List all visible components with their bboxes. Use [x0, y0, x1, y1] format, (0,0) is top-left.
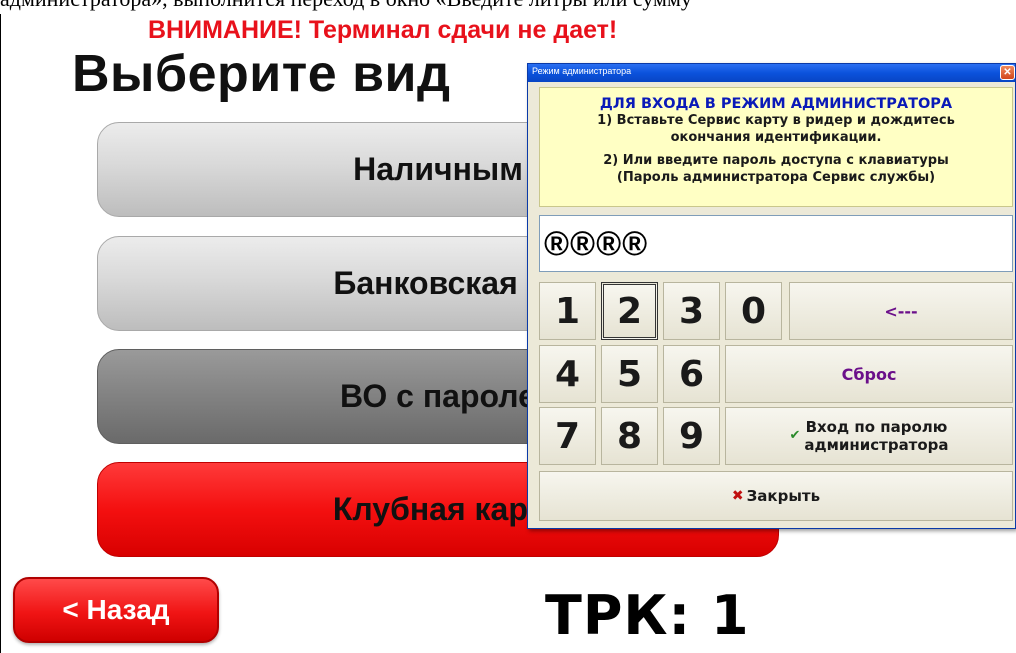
instructions-title: ДЛЯ ВХОДА В РЕЖИМ АДМИНИСТРАТОРА [599, 96, 953, 112]
key-9[interactable]: 9 [663, 407, 720, 465]
instruction-line: 2) Или введите пароль доступа с клавиату… [603, 153, 949, 168]
key-1[interactable]: 1 [539, 282, 596, 340]
key-5[interactable]: 5 [601, 345, 658, 403]
key-7[interactable]: 7 [539, 407, 596, 465]
no-change-warning: ВНИМАНИЕ! Терминал сдачи не дает! [148, 16, 618, 44]
key-8[interactable]: 8 [601, 407, 658, 465]
key-2[interactable]: 2 [601, 282, 658, 340]
reset-button[interactable]: Сброс [725, 345, 1013, 403]
page-title: Выберите вид [72, 45, 451, 103]
close-button[interactable]: ✖ Закрыть [539, 471, 1013, 521]
instruction-line: окончания идентификации. [670, 130, 882, 145]
document-caption: администратора», выполнится переход в ок… [0, 0, 1016, 11]
close-button-label: Закрыть [746, 487, 821, 505]
pay-password-label: ВО с пароле [340, 378, 536, 414]
pay-bank-card-label: Банковская к [333, 265, 543, 301]
pay-club-card-label: Клубная карт [332, 491, 544, 527]
pay-cash-label: Наличным [353, 151, 523, 187]
dialog-titlebar[interactable]: Режим администратора ✕ [528, 64, 1015, 82]
key-3[interactable]: 3 [663, 282, 720, 340]
instructions-panel: ДЛЯ ВХОДА В РЕЖИМ АДМИНИСТРАТОРА 1) Вста… [539, 87, 1013, 207]
admin-mode-dialog: Режим администратора ✕ ДЛЯ ВХОДА В РЕЖИМ… [527, 63, 1016, 529]
checkmark-icon: ✔ [789, 428, 801, 443]
password-input[interactable]: ®®®® [539, 215, 1013, 272]
close-icon[interactable]: ✕ [1000, 65, 1015, 80]
backspace-button[interactable]: <--- [789, 282, 1013, 340]
dialog-title: Режим администратора [532, 66, 632, 76]
key-4[interactable]: 4 [539, 345, 596, 403]
key-0[interactable]: 0 [725, 282, 782, 340]
admin-login-label: Вход по паролю администратора [804, 418, 949, 454]
key-6[interactable]: 6 [663, 345, 720, 403]
close-x-icon: ✖ [731, 488, 744, 504]
instruction-line: 1) Вставьте Сервис карту в ридер и дожди… [597, 113, 955, 128]
instruction-line: (Пароль администратора Сервис службы) [616, 170, 936, 185]
admin-login-button[interactable]: ✔ Вход по паролю администратора [725, 407, 1013, 465]
pump-number: ТРК: 1 [545, 584, 750, 647]
back-button[interactable]: < Назад [13, 577, 219, 643]
